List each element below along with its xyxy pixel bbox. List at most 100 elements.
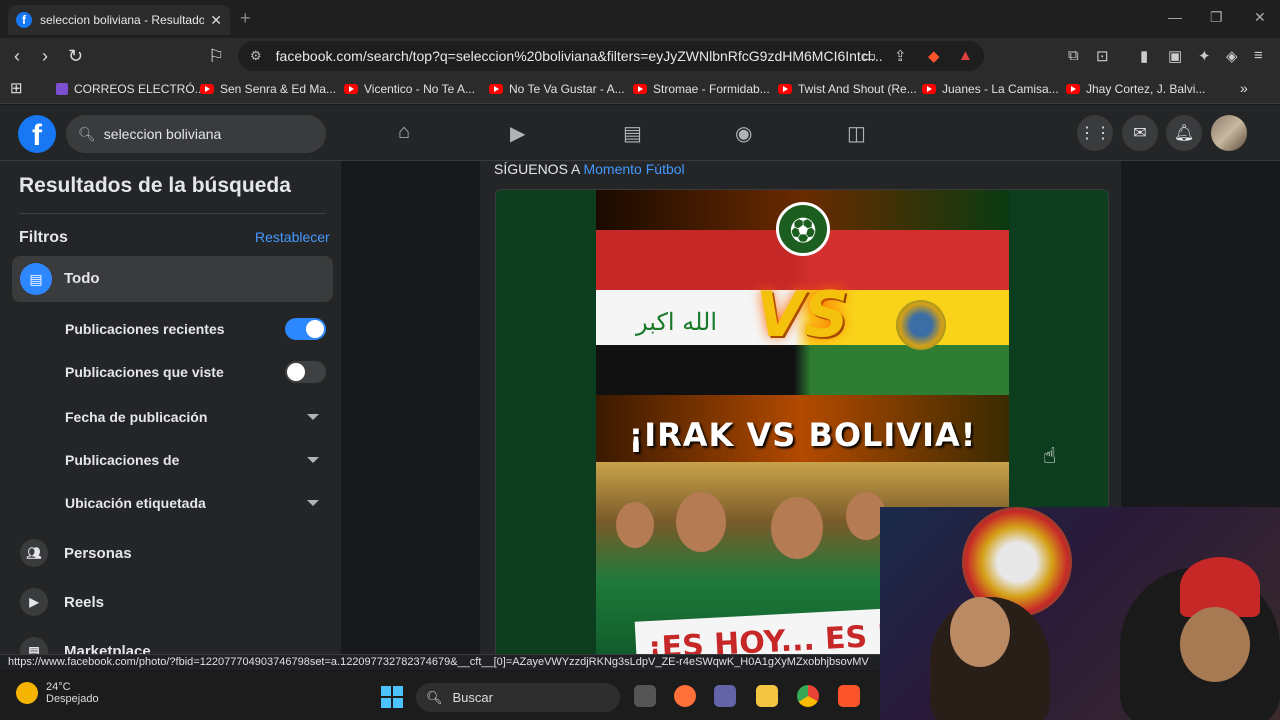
- leo-ai-icon[interactable]: ✦: [1198, 47, 1211, 65]
- vpn-icon[interactable]: ◈: [1226, 47, 1238, 65]
- brave-rewards-icon[interactable]: ▲: [958, 47, 973, 64]
- youtube-icon: [1066, 84, 1080, 94]
- restore-icon[interactable]: ❐: [1210, 9, 1223, 26]
- youtube-icon: [633, 84, 647, 94]
- facebook-favicon-icon: f: [16, 12, 32, 28]
- bookmark-item[interactable]: Stromae - Formidab...: [633, 82, 770, 96]
- filters-heading: Filtros: [19, 229, 68, 246]
- bookmark-item[interactable]: No Te Va Gustar - A...: [489, 82, 625, 96]
- task-view-icon[interactable]: [634, 685, 656, 707]
- sidebar-icon[interactable]: ▮: [1140, 47, 1148, 65]
- flag-bottom-stripe: [596, 345, 1009, 395]
- firefox-icon[interactable]: [674, 685, 696, 707]
- bookmark-item[interactable]: Sen Senra & Ed Ma...: [200, 82, 336, 96]
- vs-graphic: VS: [756, 278, 849, 351]
- gaming-icon[interactable]: ◫: [847, 121, 866, 146]
- home-icon[interactable]: ⌂: [398, 121, 410, 144]
- chevron-down-icon[interactable]: [307, 457, 319, 463]
- extensions-icon[interactable]: ⧉: [1068, 47, 1079, 64]
- messenger-icon[interactable]: ✉: [1122, 115, 1158, 151]
- menu-grid-icon[interactable]: ⋮⋮: [1077, 115, 1113, 151]
- apps-icon[interactable]: ⊞: [10, 79, 23, 97]
- bookmark-icon[interactable]: ⚐: [208, 46, 224, 67]
- facebook-logo-icon[interactable]: f: [18, 115, 56, 153]
- marketplace-icon: ▤: [20, 637, 48, 654]
- file-explorer-icon[interactable]: [756, 685, 778, 707]
- reset-filters-link[interactable]: Restablecer: [255, 229, 330, 245]
- category-reels[interactable]: ▶ Reels: [20, 588, 104, 616]
- screenshot-icon[interactable]: ⊡: [1096, 47, 1109, 65]
- back-icon[interactable]: ‹: [14, 46, 20, 67]
- avatar[interactable]: [1211, 115, 1247, 151]
- chevron-down-icon[interactable]: [307, 414, 319, 420]
- chevron-down-icon[interactable]: [307, 500, 319, 506]
- weather-widget[interactable]: 24°C Despejado: [16, 681, 99, 705]
- video-icon[interactable]: ▶: [510, 121, 525, 146]
- weather-condition: Despejado: [46, 693, 99, 705]
- hand-cursor-icon: ☝︎: [1043, 443, 1057, 468]
- notifications-icon[interactable]: 🔔︎: [1166, 115, 1202, 151]
- wallet-icon[interactable]: ▣: [1168, 47, 1182, 65]
- divider: [19, 213, 326, 214]
- site-info-icon[interactable]: ⚙: [250, 48, 262, 64]
- status-bar-url: https://www.facebook.com/photo/?fbid=122…: [0, 654, 881, 670]
- share-icon[interactable]: ⇪: [894, 47, 907, 65]
- search-filters-sidebar: Resultados de la búsqueda Filtros Restab…: [0, 161, 341, 654]
- chrome-icon[interactable]: [797, 685, 819, 707]
- taskbar-search[interactable]: 🔍︎ Buscar: [416, 683, 620, 712]
- filter-all[interactable]: ▤ Todo: [12, 256, 333, 302]
- search-icon: 🔍︎: [78, 125, 96, 142]
- youtube-icon: [344, 84, 358, 94]
- youtube-icon: [200, 84, 214, 94]
- search-input[interactable]: 🔍︎ seleccion boliviana: [66, 115, 326, 153]
- temperature: 24°C: [46, 681, 71, 693]
- marketplace-icon[interactable]: ▤: [623, 121, 642, 146]
- recent-posts-toggle[interactable]: [285, 318, 326, 340]
- tab-title: seleccion boliviana - Resultados: [40, 13, 205, 27]
- browser-toolbar: ‹ › ↻ ⚐ ⚙ facebook.com/search/top?q=sele…: [0, 38, 1280, 74]
- browser-tab[interactable]: f seleccion boliviana - Resultados ✕: [8, 5, 230, 35]
- close-window-icon[interactable]: ✕: [1254, 9, 1266, 26]
- new-tab-icon[interactable]: +: [240, 8, 251, 29]
- youtube-icon: [489, 84, 503, 94]
- location-filter[interactable]: Ubicación etiquetada: [65, 495, 206, 511]
- toggle-knob: [306, 320, 324, 338]
- seen-posts-toggle[interactable]: [285, 361, 326, 383]
- streamer-face: [950, 597, 1010, 667]
- posts-from-filter[interactable]: Publicaciones de: [65, 452, 179, 468]
- fan-face: [616, 502, 654, 548]
- soccer-ball-logo-icon: ⚽︎: [776, 202, 830, 256]
- bookmark-item[interactable]: Juanes - La Camisa...: [922, 82, 1059, 96]
- bookmark-item[interactable]: CORREOS ELECTRÓ...: [56, 82, 205, 96]
- toggle-knob: [287, 363, 305, 381]
- bookmark-item[interactable]: Vicentico - No Te A...: [344, 82, 475, 96]
- date-filter[interactable]: Fecha de publicación: [65, 409, 207, 425]
- more-bookmarks-icon[interactable]: »: [1240, 80, 1248, 96]
- bookmark-item[interactable]: Twist And Shout (Re...: [778, 82, 917, 96]
- post-text: SÍGUENOS A Momento Fútbol: [494, 161, 685, 177]
- bookmark-item[interactable]: Jhay Cortez, J. Balvi...: [1066, 82, 1205, 96]
- weather-moon-icon: [16, 682, 38, 704]
- forward-icon[interactable]: ›: [42, 46, 48, 67]
- filter-all-label: Todo: [64, 270, 100, 287]
- brave-icon[interactable]: [838, 685, 860, 707]
- youtube-icon: [778, 84, 792, 94]
- windows-start-icon[interactable]: [381, 686, 403, 708]
- reload-icon[interactable]: ↻: [68, 46, 83, 67]
- groups-icon[interactable]: ◉: [735, 121, 752, 146]
- teams-icon[interactable]: [714, 685, 736, 707]
- poster-headline: ¡IRAK VS BOLIVIA!: [628, 416, 977, 454]
- minimize-icon[interactable]: —: [1168, 9, 1182, 25]
- search-icon: 🔍︎: [426, 689, 443, 705]
- cast-icon[interactable]: ▭: [862, 47, 876, 65]
- brave-shield-icon[interactable]: ◆: [928, 47, 940, 65]
- fan-face: [676, 492, 726, 552]
- url-text: facebook.com/search/top?q=seleccion%20bo…: [275, 48, 883, 64]
- category-people[interactable]: 👥︎ Personas: [20, 539, 132, 567]
- facebook-header: f 🔍︎ seleccion boliviana ⌂ ▶ ▤ ◉ ◫ ⋮⋮ ✉ …: [0, 105, 1280, 161]
- close-tab-icon[interactable]: ✕: [210, 12, 222, 29]
- menu-icon[interactable]: ≡: [1254, 47, 1263, 64]
- page-link[interactable]: Momento Fútbol: [583, 161, 684, 177]
- category-marketplace[interactable]: ▤ Marketplace: [20, 637, 151, 654]
- arabic-inscription: الله اكبر: [636, 308, 717, 336]
